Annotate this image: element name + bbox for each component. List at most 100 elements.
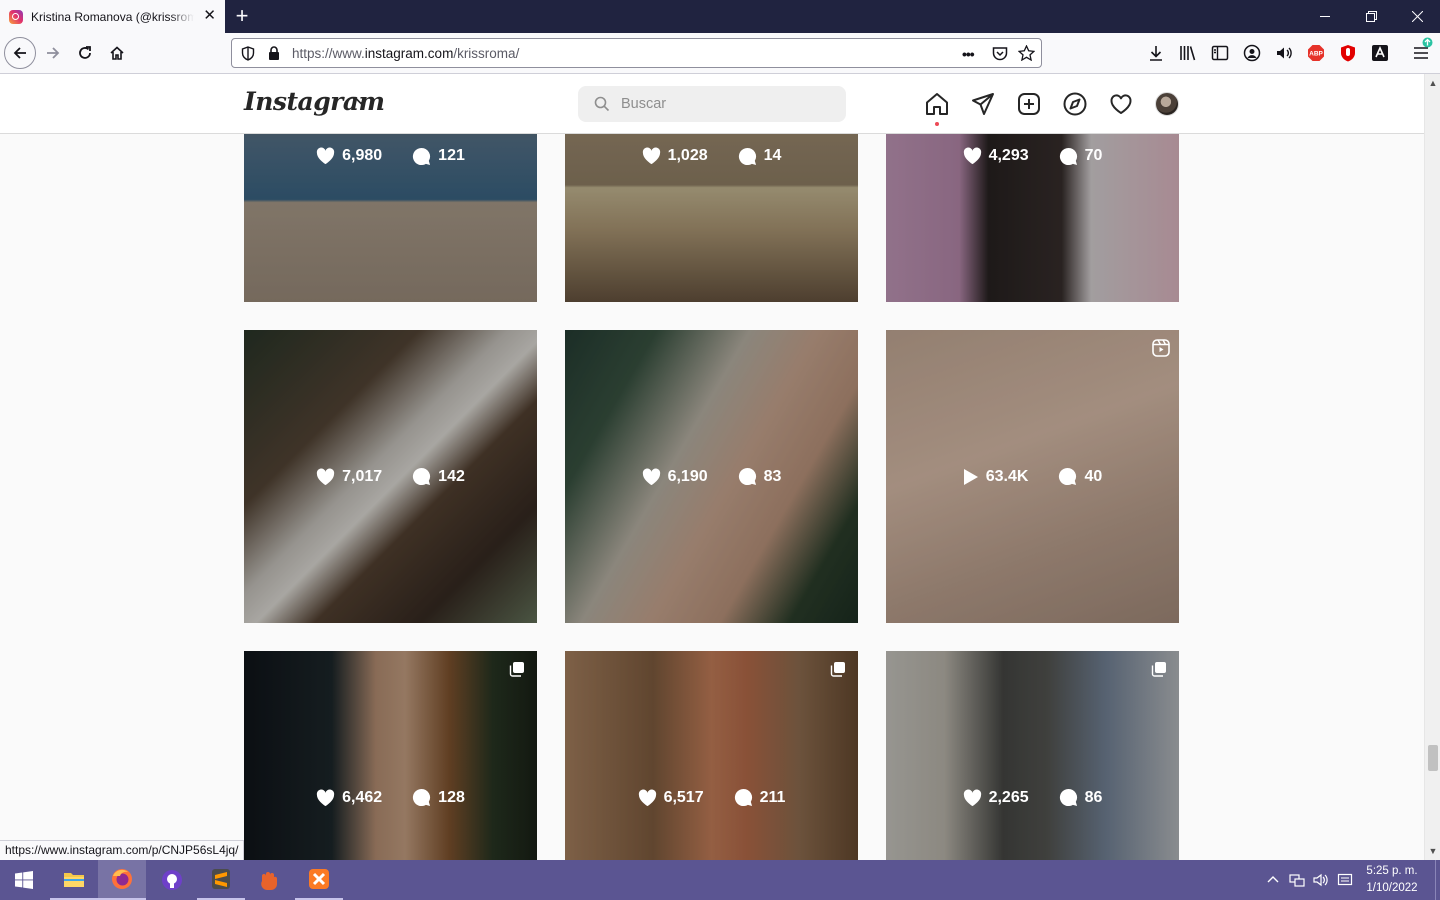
page-actions-menu-icon[interactable]: ••• [962, 46, 975, 62]
downloads-icon[interactable] [1147, 44, 1165, 62]
folder-icon [64, 873, 84, 887]
home-button[interactable] [101, 37, 133, 69]
input-language-icon[interactable] [1337, 872, 1353, 888]
post-tile[interactable]: 6,980 121 [244, 134, 537, 302]
notification-dot [935, 122, 939, 126]
post-tile-carousel[interactable]: 6,517 211 [565, 651, 858, 860]
taskbar-firefox[interactable] [98, 860, 146, 900]
github-icon [162, 870, 182, 890]
taskbar-xampp[interactable] [295, 860, 343, 900]
close-window-button[interactable] [1394, 0, 1440, 33]
likes-stat: 6,462 [316, 789, 382, 807]
windows-logo-icon [15, 871, 33, 889]
search-box[interactable] [578, 86, 846, 122]
new-tab-button[interactable]: + [232, 4, 252, 28]
play-icon [963, 468, 978, 485]
library-icon[interactable] [1179, 44, 1197, 62]
restore-button[interactable] [1348, 0, 1394, 33]
comment-bubble-icon [738, 467, 756, 486]
heart-icon [642, 147, 660, 165]
speaker-icon[interactable] [1275, 44, 1293, 62]
browser-tab[interactable]: Kristina Romanova (@krissroma) • Instagr… [0, 0, 225, 33]
sidebar-icon[interactable] [1211, 44, 1229, 62]
heart-icon [963, 789, 981, 806]
tracking-shield-icon [241, 46, 255, 61]
glove-icon [261, 872, 278, 890]
back-button[interactable] [4, 37, 36, 69]
search-icon [594, 96, 610, 112]
tab-close-icon[interactable]: ✕ [203, 8, 216, 24]
volume-icon[interactable] [1313, 872, 1329, 888]
scroll-up-icon[interactable]: ▲ [1428, 78, 1438, 88]
pocket-icon[interactable] [992, 46, 1008, 61]
firefox-icon [112, 869, 132, 889]
post-tile[interactable]: 6,190 83 [565, 330, 858, 623]
comments-stat: 70 [1059, 147, 1102, 166]
taskbar-mitt-app[interactable] [245, 860, 293, 900]
comments-stat: 86 [1059, 788, 1102, 807]
update-badge-icon [1422, 37, 1433, 48]
chevron-down-icon[interactable] [355, 97, 367, 105]
comment-bubble-icon [734, 788, 752, 807]
arrow-right-icon [47, 47, 60, 59]
extension-icon[interactable] [1371, 44, 1389, 62]
taskbar-github-desktop[interactable] [148, 860, 196, 900]
start-button[interactable] [0, 860, 48, 900]
svg-text:ABP: ABP [1309, 51, 1323, 58]
heart-icon [316, 147, 335, 165]
ublock-icon[interactable] [1339, 44, 1357, 62]
scroll-thumb[interactable] [1428, 745, 1438, 771]
lock-icon [269, 46, 279, 60]
likes-stat: 2,265 [963, 789, 1029, 807]
views-stat: 63.4K [963, 468, 1028, 486]
profile-posts-grid: 6,980 121 1,028 14 4,293 70 7,017 142 6,… [0, 134, 1424, 860]
comments-stat: 121 [412, 147, 465, 166]
comments-stat: 142 [412, 467, 465, 486]
network-icon[interactable] [1289, 872, 1305, 888]
account-icon[interactable] [1243, 44, 1261, 62]
post-tile-reel[interactable]: 63.4K 40 [886, 330, 1179, 623]
taskbar-clock[interactable]: 5:25 p. m. 1/10/2022 [1362, 863, 1422, 897]
instagram-favicon-icon [9, 9, 23, 24]
reload-button[interactable] [69, 37, 101, 69]
scroll-down-icon[interactable]: ▼ [1428, 846, 1438, 856]
browser-tab-strip: Kristina Romanova (@krissroma) • Instagr… [0, 0, 1440, 33]
direct-messages-icon[interactable] [970, 91, 996, 117]
status-link-preview: https://www.instagram.com/p/CNJP56sL4jq/ [0, 840, 245, 860]
post-tile[interactable]: 1,028 14 [565, 134, 858, 302]
bookmark-star-icon[interactable] [1018, 45, 1035, 61]
comments-stat: 40 [1058, 467, 1102, 486]
comments-stat: 128 [412, 788, 465, 807]
browser-toolbar: https://www.instagram.com/krissroma/ •••… [0, 33, 1440, 74]
post-tile[interactable]: 4,293 70 [886, 134, 1179, 302]
address-bar[interactable]: https://www.instagram.com/krissroma/ ••• [231, 38, 1042, 68]
post-tile[interactable]: 7,017 142 [244, 330, 537, 623]
profile-avatar[interactable] [1155, 92, 1179, 116]
minimize-button[interactable] [1302, 0, 1348, 33]
clock-time: 5:25 p. m. [1366, 865, 1418, 877]
heart-icon [642, 468, 660, 485]
taskbar-sublime-text[interactable] [197, 860, 245, 900]
comment-bubble-icon [738, 147, 756, 165]
comments-stat: 211 [734, 788, 785, 807]
post-tile-carousel[interactable]: 2,265 86 [886, 651, 1179, 860]
chevron-up-icon[interactable] [1265, 872, 1281, 888]
taskbar-file-explorer[interactable] [50, 860, 98, 900]
url-text[interactable]: https://www.instagram.com/krissroma/ [292, 46, 519, 61]
xampp-icon [309, 869, 329, 889]
comment-bubble-icon [413, 467, 431, 486]
adblock-plus-icon[interactable]: ABP [1307, 44, 1325, 62]
search-input[interactable] [621, 86, 831, 122]
forward-button[interactable] [37, 37, 69, 69]
activity-heart-icon[interactable] [1108, 91, 1134, 117]
post-tile-carousel[interactable]: 6,462 128 [244, 651, 537, 860]
page-scrollbar[interactable]: ▲ ▼ [1424, 74, 1440, 860]
explore-compass-icon[interactable] [1062, 91, 1088, 117]
home-icon[interactable] [924, 91, 950, 117]
comment-bubble-icon [413, 788, 431, 807]
comments-stat: 14 [738, 147, 781, 166]
clock-date: 1/10/2022 [1366, 882, 1418, 894]
new-post-icon[interactable] [1016, 91, 1042, 117]
show-desktop-button[interactable] [1435, 860, 1440, 900]
comments-stat: 83 [738, 467, 781, 486]
